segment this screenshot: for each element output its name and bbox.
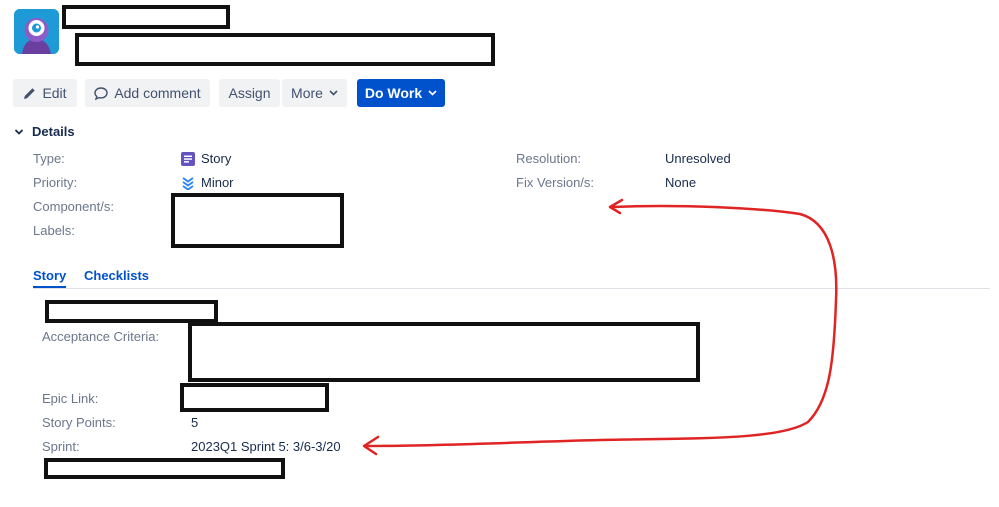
project-avatar[interactable]: [14, 9, 59, 54]
bottom-field-redacted: [44, 458, 285, 479]
breadcrumb-redacted: [62, 5, 230, 29]
tab-checklists[interactable]: Checklists: [84, 268, 149, 283]
details-heading: Details: [32, 124, 75, 139]
labels-label: Labels:: [33, 223, 75, 238]
assign-button[interactable]: Assign: [219, 79, 280, 107]
resolution-label: Resolution:: [516, 151, 582, 166]
edit-button[interactable]: Edit: [13, 79, 77, 107]
do-work-button[interactable]: Do Work: [357, 79, 445, 107]
project-avatar-icon: [14, 9, 59, 54]
sprint-value[interactable]: 2023Q1 Sprint 5: 3/6-3/20: [191, 439, 341, 454]
pencil-icon: [24, 87, 36, 99]
priority-value: Minor: [181, 175, 234, 190]
sprint-label: Sprint:: [42, 439, 80, 454]
story-points-label: Story Points:: [42, 415, 116, 430]
story-field-redacted: [45, 300, 218, 323]
epic-link-redacted: [180, 383, 329, 412]
chevron-down-icon: [329, 90, 338, 96]
story-points-value: 5: [191, 415, 199, 430]
acceptance-criteria-label: Acceptance Criteria:: [42, 329, 160, 344]
chevron-down-icon: [428, 90, 437, 96]
type-text: Story: [201, 151, 232, 166]
collapse-chevron-icon: [14, 128, 24, 135]
more-label: More: [291, 85, 323, 101]
add-comment-button[interactable]: Add comment: [85, 79, 210, 107]
annotation-arrowhead-top: [608, 198, 624, 215]
issue-summary-redacted: [75, 33, 495, 66]
epic-link-label: Epic Link:: [42, 391, 99, 406]
type-value: Story: [181, 151, 231, 166]
story-icon: [181, 151, 195, 166]
fix-version-value: None: [665, 175, 697, 190]
priority-text: Minor: [201, 175, 234, 190]
annotation-arrowhead-bottom: [362, 435, 380, 456]
components-labels-redacted: [171, 193, 344, 248]
fix-version-label: Fix Version/s:: [516, 175, 595, 190]
assign-label: Assign: [228, 85, 271, 101]
tab-divider: [33, 288, 990, 289]
resolution-value: Unresolved: [665, 151, 731, 166]
tab-story[interactable]: Story: [33, 268, 67, 288]
priority-label: Priority:: [33, 175, 78, 190]
components-label: Component/s:: [33, 199, 114, 214]
comment-icon: [94, 86, 109, 100]
details-toggle[interactable]: Details: [14, 124, 75, 139]
type-label: Type:: [33, 151, 65, 166]
acceptance-criteria-redacted: [188, 322, 700, 382]
add-comment-label: Add comment: [114, 85, 201, 101]
annotation-arrow: [362, 198, 838, 456]
more-button[interactable]: More: [282, 79, 347, 107]
edit-label: Edit: [42, 85, 67, 101]
priority-minor-icon: [182, 176, 194, 190]
do-work-label: Do Work: [364, 85, 423, 101]
